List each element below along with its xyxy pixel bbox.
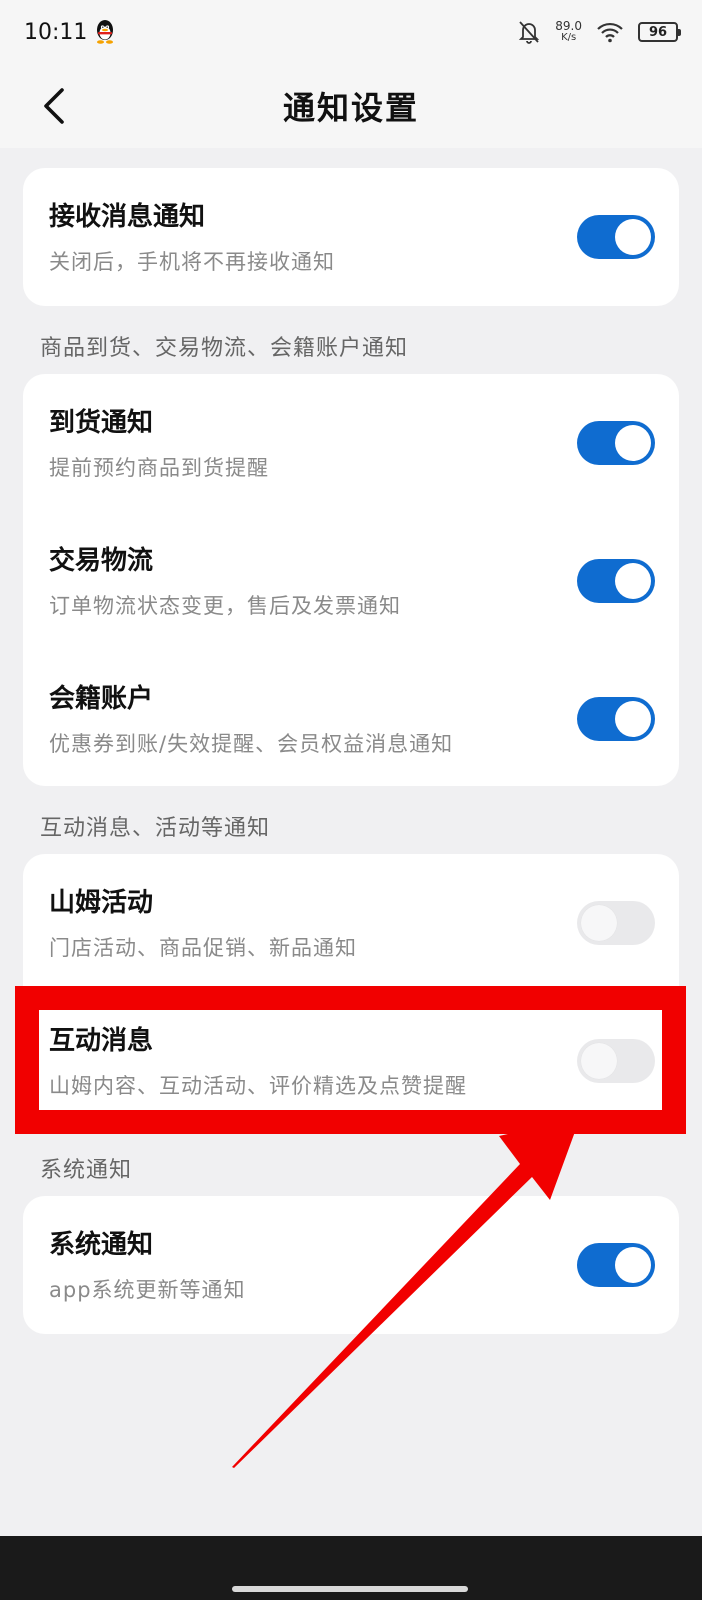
setting-desc: 山姆内容、互动活动、评价精选及点赞提醒 bbox=[49, 1074, 467, 1098]
battery-icon: 96 bbox=[638, 22, 681, 42]
toggle-knob bbox=[615, 219, 651, 255]
toggle-interaction-messages[interactable] bbox=[577, 1039, 655, 1083]
battery-level: 96 bbox=[648, 24, 668, 40]
setting-title: 系统通知 bbox=[49, 1230, 154, 1260]
network-speed: 89.0 K/s bbox=[555, 20, 582, 44]
setting-row-system: 系统通知 app系统更新等通知 bbox=[23, 1196, 679, 1334]
card-goods-logistics-account: 到货通知 提前预约商品到货提醒 交易物流 订单物流状态变更，售后及发票通知 会籍… bbox=[23, 374, 679, 786]
toggle-knob bbox=[615, 701, 651, 737]
setting-title: 接收消息通知 bbox=[49, 202, 206, 232]
section-label-system: 系统通知 bbox=[40, 1158, 133, 1183]
home-indicator[interactable] bbox=[232, 1586, 468, 1592]
setting-title: 会籍账户 bbox=[49, 684, 154, 714]
toggle-system[interactable] bbox=[577, 1243, 655, 1287]
setting-desc: 提前预约商品到货提醒 bbox=[49, 456, 269, 480]
setting-desc: 优惠券到账/失效提醒、会员权益消息通知 bbox=[49, 732, 454, 756]
network-speed-unit: K/s bbox=[561, 32, 577, 43]
setting-desc: app系统更新等通知 bbox=[49, 1278, 246, 1302]
status-indicators: 89.0 K/s 96 bbox=[517, 19, 681, 45]
setting-row-sams-activity: 山姆活动 门店活动、商品促销、新品通知 bbox=[23, 854, 679, 992]
setting-title: 互动消息 bbox=[49, 1026, 154, 1056]
setting-title: 山姆活动 bbox=[49, 888, 154, 918]
status-time: 10:11 bbox=[24, 19, 88, 45]
setting-title: 到货通知 bbox=[49, 408, 154, 438]
card-receive-notifications: 接收消息通知 关闭后，手机将不再接收通知 bbox=[23, 168, 679, 306]
qq-penguin-icon bbox=[97, 20, 114, 44]
chevron-left-icon bbox=[44, 88, 64, 124]
toggle-receive-notifications[interactable] bbox=[577, 215, 655, 259]
setting-desc: 关闭后，手机将不再接收通知 bbox=[49, 250, 335, 274]
notification-settings-page: 10:11 89.0 K/s 96 通知设置 接收消息通知 关闭后，手机将不再接… bbox=[0, 0, 702, 1600]
nav-header: 通知设置 bbox=[0, 64, 702, 148]
toggle-membership[interactable] bbox=[577, 697, 655, 741]
setting-desc: 订单物流状态变更，售后及发票通知 bbox=[49, 594, 401, 618]
toggle-sams-activity[interactable] bbox=[577, 901, 655, 945]
section-label-goods-logistics-account: 商品到货、交易物流、会籍账户通知 bbox=[40, 336, 409, 361]
toggle-knob bbox=[615, 563, 651, 599]
setting-desc: 门店活动、商品促销、新品通知 bbox=[49, 936, 357, 960]
card-interaction-activity: 山姆活动 门店活动、商品促销、新品通知 互动消息 山姆内容、互动活动、评价精选及… bbox=[23, 854, 679, 1130]
toggle-knob bbox=[615, 425, 651, 461]
toggle-knob bbox=[581, 1043, 617, 1079]
setting-row-interaction-messages: 互动消息 山姆内容、互动活动、评价精选及点赞提醒 bbox=[23, 992, 679, 1130]
setting-row-arrival: 到货通知 提前预约商品到货提醒 bbox=[23, 374, 679, 512]
wifi-icon bbox=[597, 22, 623, 43]
toggle-arrival[interactable] bbox=[577, 421, 655, 465]
bell-off-icon bbox=[519, 21, 540, 44]
setting-row-membership: 会籍账户 优惠券到账/失效提醒、会员权益消息通知 bbox=[23, 650, 679, 788]
toggle-knob bbox=[581, 905, 617, 941]
page-title: 通知设置 bbox=[282, 89, 419, 127]
toggle-logistics[interactable] bbox=[577, 559, 655, 603]
setting-title: 交易物流 bbox=[49, 546, 154, 576]
toggle-knob bbox=[615, 1247, 651, 1283]
back-button[interactable] bbox=[30, 82, 78, 130]
card-system: 系统通知 app系统更新等通知 bbox=[23, 1196, 679, 1334]
setting-row-receive-notifications: 接收消息通知 关闭后，手机将不再接收通知 bbox=[23, 168, 679, 306]
section-label-interaction-activity: 互动消息、活动等通知 bbox=[40, 816, 271, 841]
status-bar: 10:11 89.0 K/s 96 bbox=[0, 0, 702, 64]
setting-row-logistics: 交易物流 订单物流状态变更，售后及发票通知 bbox=[23, 512, 679, 650]
network-speed-value: 89.0 bbox=[555, 19, 582, 33]
